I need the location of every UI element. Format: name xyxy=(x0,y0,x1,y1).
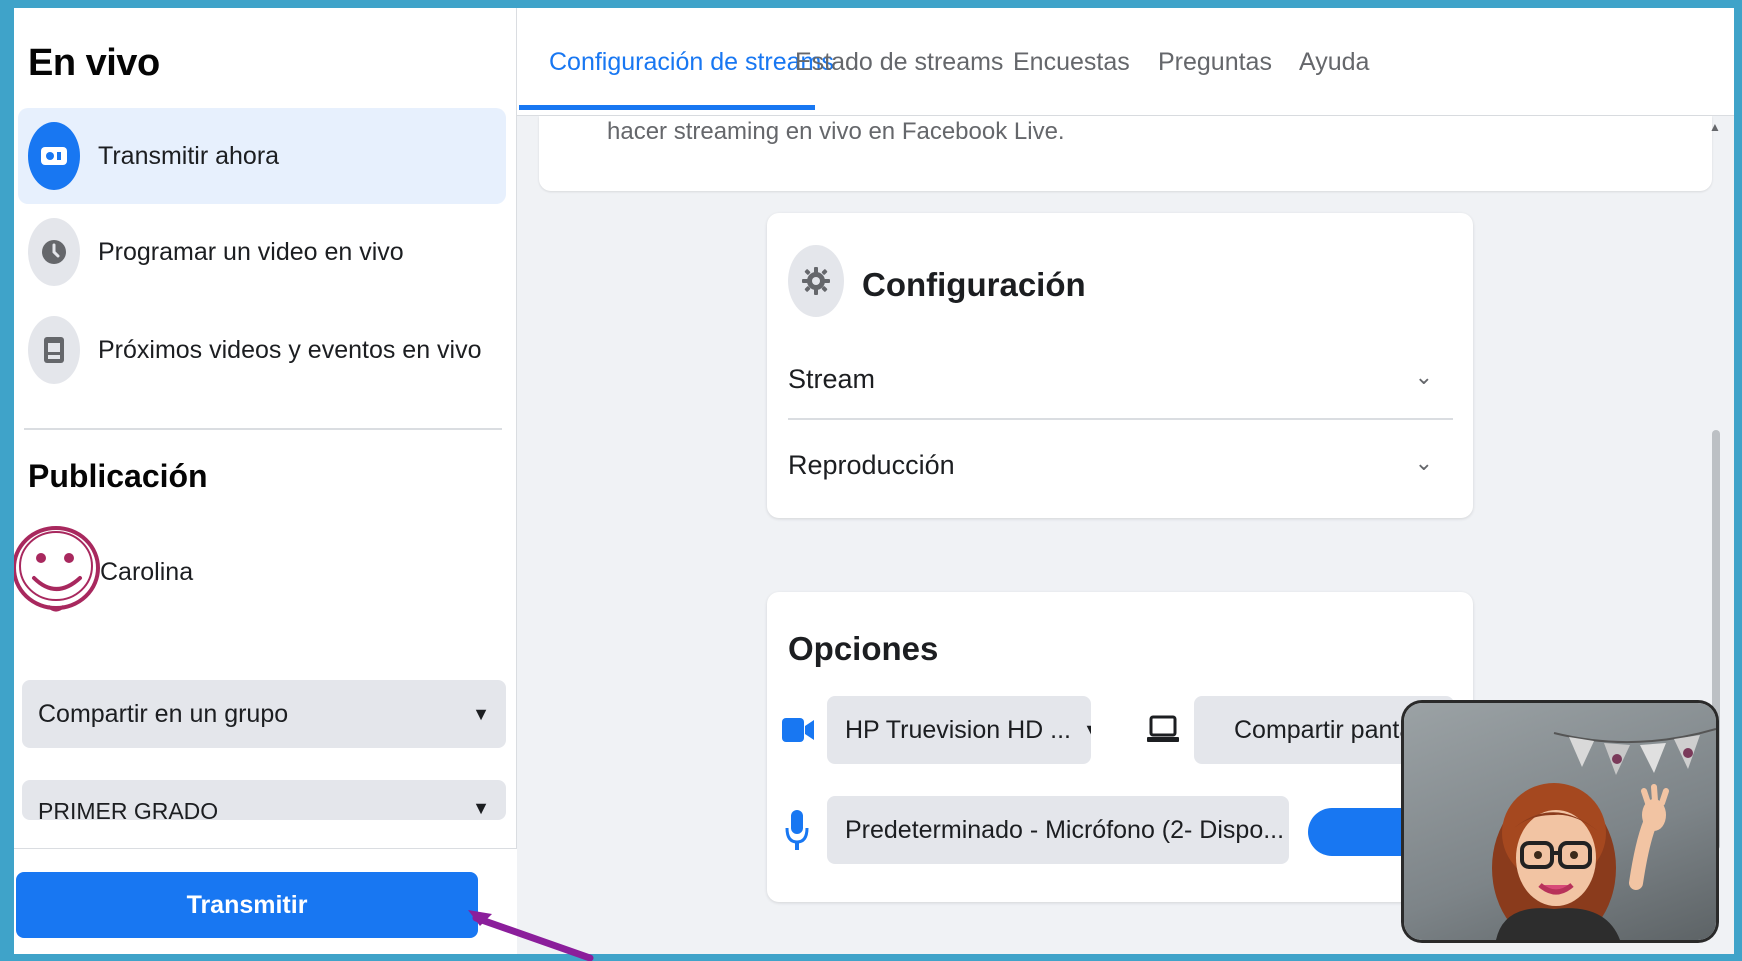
clock-icon xyxy=(28,218,80,286)
sidebar-item-label: Próximos videos y eventos en vivo xyxy=(98,335,482,364)
laptop-icon xyxy=(1146,712,1180,748)
share-in-group-select[interactable]: Compartir en un grupo ▼ xyxy=(22,680,506,748)
video-camera-icon xyxy=(782,712,814,748)
sidebar-item-label: Transmitir ahora xyxy=(98,141,280,170)
group-select[interactable]: PRIMER GRADO ▼ xyxy=(22,780,506,820)
playback-section-label: Reproducción xyxy=(788,450,955,480)
tab-bar: Configuración de streams Estado de strea… xyxy=(517,8,1734,116)
playback-section-toggle[interactable]: Reproducción ⌄ xyxy=(788,450,1453,481)
gear-icon xyxy=(788,245,844,317)
divider xyxy=(24,428,502,430)
group-select-label: PRIMER GRADO xyxy=(38,798,219,820)
tab-help[interactable]: Ayuda xyxy=(1299,48,1369,77)
profile-name: Carolina xyxy=(100,558,194,586)
options-title: Opciones xyxy=(788,630,939,667)
stream-section-label: Stream xyxy=(788,364,876,394)
webcam-preview xyxy=(1404,703,1716,940)
sidebar-item-schedule-live[interactable]: Programar un video en vivo xyxy=(18,204,506,300)
chevron-down-icon: ⌄ xyxy=(1414,450,1433,475)
camera-select-value: HP Truevision HD ... xyxy=(845,715,1072,744)
sidebar-title: En vivo xyxy=(28,42,160,84)
share-in-group-label: Compartir en un grupo xyxy=(38,699,289,728)
active-tab-indicator xyxy=(519,105,815,110)
sidebar-item-label: Programar un video en vivo xyxy=(98,237,404,266)
sidebar-item-go-live-now[interactable]: Transmitir ahora xyxy=(18,108,506,204)
avatar[interactable] xyxy=(14,522,104,618)
live-camera-icon xyxy=(28,122,80,190)
annotation-arrow xyxy=(468,910,594,961)
chevron-down-icon: ⌄ xyxy=(1414,364,1433,389)
caret-down-icon: ▼ xyxy=(472,798,490,818)
publication-title: Publicación xyxy=(28,458,208,494)
intro-text: hacer streaming en vivo en Facebook Live… xyxy=(607,118,1065,145)
tab-questions[interactable]: Preguntas xyxy=(1158,48,1272,77)
caret-down-icon: ▼ xyxy=(1071,720,1091,741)
calendar-icon xyxy=(28,316,80,384)
settings-title: Configuración xyxy=(862,266,1086,303)
microphone-select-value: Predeterminado - Micrófono (2- Dispo... xyxy=(845,815,1285,844)
microphone-select[interactable]: Predeterminado - Micrófono (2- Dispo... … xyxy=(827,796,1289,864)
tab-polls[interactable]: Encuestas xyxy=(1013,48,1130,77)
sidebar-item-upcoming-events[interactable]: Próximos videos y eventos en vivo xyxy=(18,302,506,398)
divider xyxy=(788,418,1453,420)
caret-down-icon: ▼ xyxy=(1284,820,1289,841)
tab-stream-setup[interactable]: Configuración de streams xyxy=(549,48,834,77)
caret-down-icon: ▼ xyxy=(472,703,490,724)
camera-select[interactable]: HP Truevision HD ... ▼ xyxy=(827,696,1091,764)
go-live-button[interactable]: Transmitir xyxy=(16,872,478,938)
stream-section-toggle[interactable]: Stream ⌄ xyxy=(788,364,1453,395)
tab-stream-health[interactable]: Estado de streams xyxy=(795,48,1003,77)
scroll-up-arrow-icon[interactable]: ▲ xyxy=(1709,120,1721,134)
microphone-icon xyxy=(784,808,810,854)
sidebar: En vivo Transmitir ahora Programar un vi… xyxy=(14,8,517,954)
